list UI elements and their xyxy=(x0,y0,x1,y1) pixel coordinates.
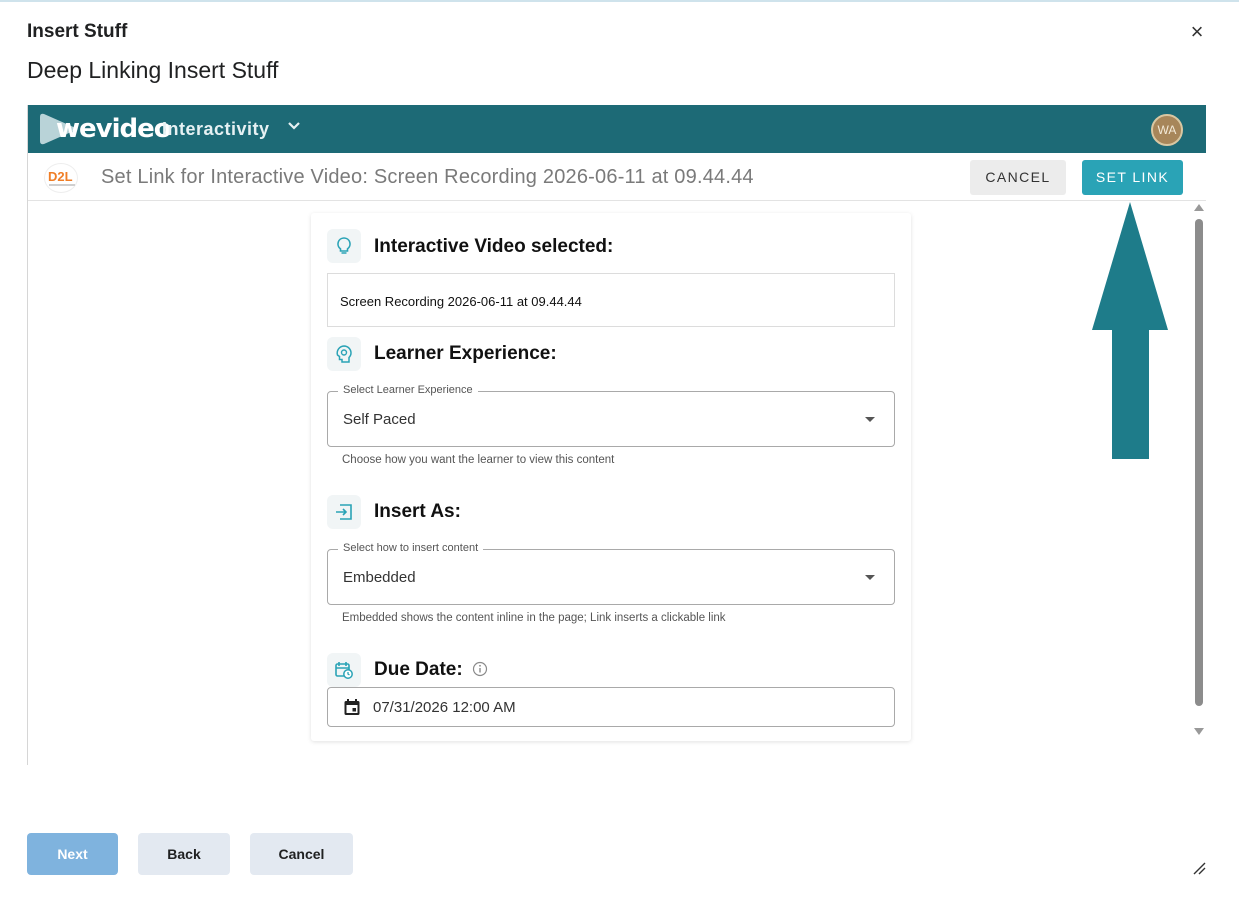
scroll-thumb[interactable] xyxy=(1195,219,1203,706)
resize-handle-icon[interactable] xyxy=(1192,861,1206,875)
due-date-section-title: Due Date: xyxy=(374,659,463,680)
learner-experience-value: Self Paced xyxy=(343,411,416,428)
dialog-subtitle: Deep Linking Insert Stuff xyxy=(27,57,279,83)
learner-experience-label: Select Learner Experience xyxy=(338,384,478,396)
scroll-down-icon[interactable] xyxy=(1194,728,1204,735)
wevideo-header: wevideo Interactivity WA xyxy=(28,105,1206,153)
next-button[interactable]: Next xyxy=(27,833,118,875)
dropdown-arrow-icon[interactable] xyxy=(865,575,875,580)
insert-as-value: Embedded xyxy=(343,569,416,586)
dropdown-arrow-icon[interactable] xyxy=(865,417,875,422)
info-icon[interactable] xyxy=(472,661,488,677)
video-section-title: Interactive Video selected: xyxy=(374,236,614,257)
head-bulb-icon xyxy=(327,337,361,371)
close-icon[interactable]: × xyxy=(1186,21,1208,44)
scroll-up-icon[interactable] xyxy=(1194,204,1204,211)
interactivity-menu[interactable]: Interactivity xyxy=(162,119,270,140)
insert-as-helper: Embedded shows the content inline in the… xyxy=(342,612,726,624)
insert-icon xyxy=(327,495,361,529)
cancel-top-button[interactable]: CANCEL xyxy=(970,160,1066,195)
insert-section-title: Insert As: xyxy=(374,501,461,522)
cancel-button[interactable]: Cancel xyxy=(250,833,353,875)
d2l-logo: D2L xyxy=(44,163,78,193)
calendar-clock-icon xyxy=(327,653,361,687)
d2l-logo-text: D2L xyxy=(48,169,73,184)
learner-experience-helper: Choose how you want the learner to view … xyxy=(342,454,615,466)
selected-video-value: Screen Recording 2026-06-11 at 09.44.44 xyxy=(340,294,582,309)
embedded-tool-frame: wevideo Interactivity WA D2L Set Link fo… xyxy=(27,105,1206,765)
link-settings-card: Interactive Video selected: Screen Recor… xyxy=(311,213,911,741)
wevideo-logo-text: wevideo xyxy=(56,114,172,144)
chevron-down-icon[interactable] xyxy=(286,118,302,134)
insert-as-label: Select how to insert content xyxy=(338,542,484,554)
wevideo-logo: wevideo xyxy=(38,111,172,147)
lightbulb-icon xyxy=(327,229,361,263)
due-date-input[interactable]: 07/31/2026 12:00 AM xyxy=(327,687,895,727)
selected-video-field: Screen Recording 2026-06-11 at 09.44.44 xyxy=(327,273,895,327)
learner-section-title: Learner Experience: xyxy=(374,343,557,364)
set-link-toolbar: D2L Set Link for Interactive Video: Scre… xyxy=(28,153,1206,201)
insert-stuff-dialog: Insert Stuff × Deep Linking Insert Stuff… xyxy=(0,0,1239,902)
due-date-value: 07/31/2026 12:00 AM xyxy=(373,699,516,716)
pointer-arrow-annotation xyxy=(1092,202,1168,459)
set-link-button[interactable]: SET LINK xyxy=(1082,160,1183,195)
learner-experience-select[interactable]: Select Learner Experience Self Paced xyxy=(327,384,895,447)
avatar[interactable]: WA xyxy=(1151,114,1183,146)
calendar-icon[interactable] xyxy=(343,698,361,716)
insert-as-select[interactable]: Select how to insert content Embedded xyxy=(327,542,895,605)
back-button[interactable]: Back xyxy=(138,833,230,875)
set-link-title: Set Link for Interactive Video: Screen R… xyxy=(101,166,754,188)
dialog-title: Insert Stuff xyxy=(27,21,128,42)
vertical-scrollbar[interactable] xyxy=(1191,202,1206,738)
